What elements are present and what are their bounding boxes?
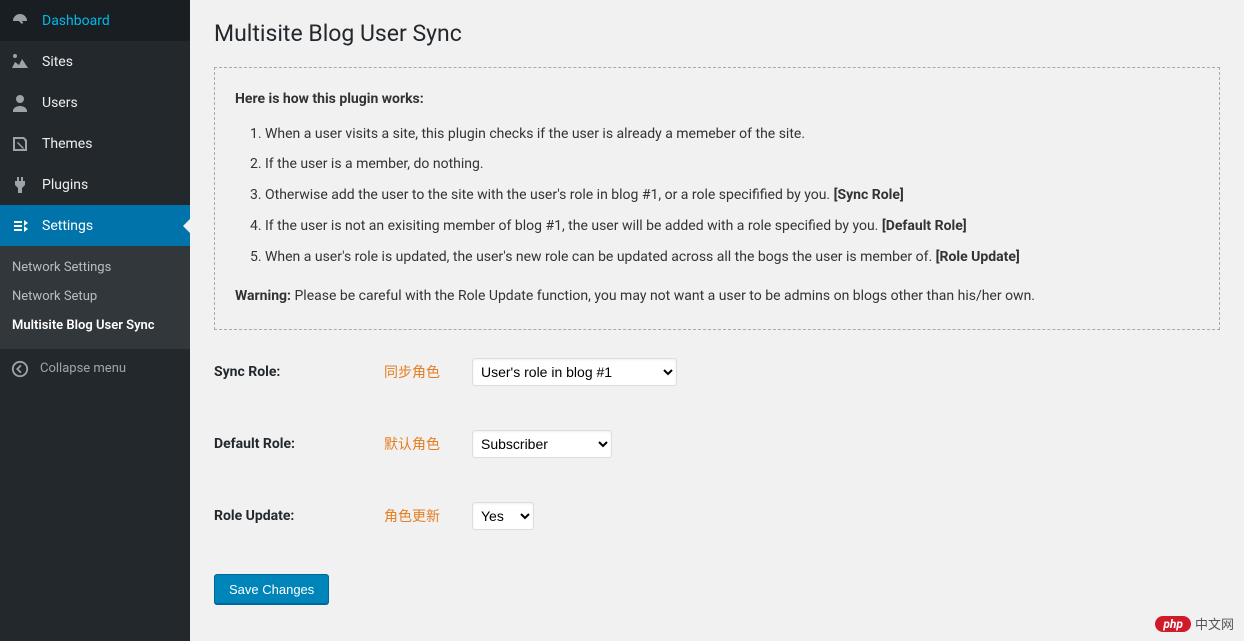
save-changes-button[interactable]: Save Changes: [214, 574, 329, 604]
default-role-row: Default Role: 默认角色 Subscriber: [214, 430, 1220, 458]
info-step: If the user is not an exisiting member o…: [265, 211, 1199, 242]
users-icon: [8, 91, 32, 115]
sidebar-item-label: Plugins: [42, 177, 88, 193]
default-role-select[interactable]: Subscriber: [472, 430, 612, 458]
default-role-tag: [Default Role]: [882, 218, 967, 234]
sidebar-item-label: Themes: [42, 136, 92, 152]
themes-icon: [8, 132, 32, 156]
info-step: Otherwise add the user to the site with …: [265, 180, 1199, 211]
sidebar-item-settings[interactable]: Settings: [0, 205, 190, 246]
role-update-label: Role Update:: [214, 508, 384, 524]
sync-role-row: Sync Role: 同步角色 User's role in blog #1: [214, 358, 1220, 386]
sync-role-label: Sync Role:: [214, 364, 384, 380]
role-update-row: Role Update: 角色更新 Yes: [214, 502, 1220, 530]
info-step: When a user visits a site, this plugin c…: [265, 119, 1199, 150]
info-step: When a user's role is updated, the user'…: [265, 242, 1199, 273]
role-update-annotation: 角色更新: [384, 506, 472, 526]
site-watermark: php 中文网: [1155, 614, 1234, 633]
sidebar-item-dashboard[interactable]: Dashboard: [0, 0, 190, 41]
submenu-multisite-blog-user-sync[interactable]: Multisite Blog User Sync: [0, 312, 190, 341]
warning-text: Please be careful with the Role Update f…: [291, 288, 1035, 304]
sidebar-item-plugins[interactable]: Plugins: [0, 164, 190, 205]
collapse-label: Collapse menu: [40, 361, 126, 376]
warning-label: Warning:: [235, 288, 291, 304]
plugin-info-box: Here is how this plugin works: When a us…: [214, 67, 1220, 330]
info-step: If the user is a member, do nothing.: [265, 149, 1199, 180]
watermark-text: 中文网: [1195, 614, 1234, 633]
role-update-tag: [Role Update]: [936, 249, 1020, 265]
sync-role-annotation: 同步角色: [384, 362, 472, 382]
sidebar-item-users[interactable]: Users: [0, 82, 190, 123]
sidebar-item-sites[interactable]: Sites: [0, 41, 190, 82]
sidebar-item-label: Users: [42, 95, 78, 111]
info-warning: Warning: Please be careful with the Role…: [235, 283, 1199, 310]
sidebar-item-label: Dashboard: [42, 13, 110, 29]
php-badge-icon: php: [1155, 616, 1191, 632]
collapse-menu-button[interactable]: Collapse menu: [0, 349, 190, 389]
collapse-icon: [8, 357, 32, 381]
sidebar-item-label: Settings: [42, 218, 93, 234]
default-role-label: Default Role:: [214, 436, 384, 452]
default-role-annotation: 默认角色: [384, 434, 472, 454]
sites-icon: [8, 50, 32, 74]
info-heading: Here is how this plugin works:: [235, 86, 1199, 113]
sidebar-item-themes[interactable]: Themes: [0, 123, 190, 164]
sync-role-select[interactable]: User's role in blog #1: [472, 358, 677, 386]
settings-icon: [8, 214, 32, 238]
info-steps-list: When a user visits a site, this plugin c…: [235, 119, 1199, 273]
sidebar-item-label: Sites: [42, 54, 73, 70]
submenu-network-setup[interactable]: Network Setup: [0, 283, 190, 312]
admin-sidebar: Dashboard Sites Users Themes Plugins Set…: [0, 0, 190, 641]
page-title: Multisite Blog User Sync: [214, 20, 1220, 47]
submenu-network-settings[interactable]: Network Settings: [0, 254, 190, 283]
role-update-select[interactable]: Yes: [472, 502, 534, 530]
settings-submenu: Network Settings Network Setup Multisite…: [0, 246, 190, 349]
dashboard-icon: [8, 9, 32, 33]
plugins-icon: [8, 173, 32, 197]
main-content: Multisite Blog User Sync Here is how thi…: [190, 0, 1244, 641]
sync-role-tag: [Sync Role]: [834, 187, 904, 203]
